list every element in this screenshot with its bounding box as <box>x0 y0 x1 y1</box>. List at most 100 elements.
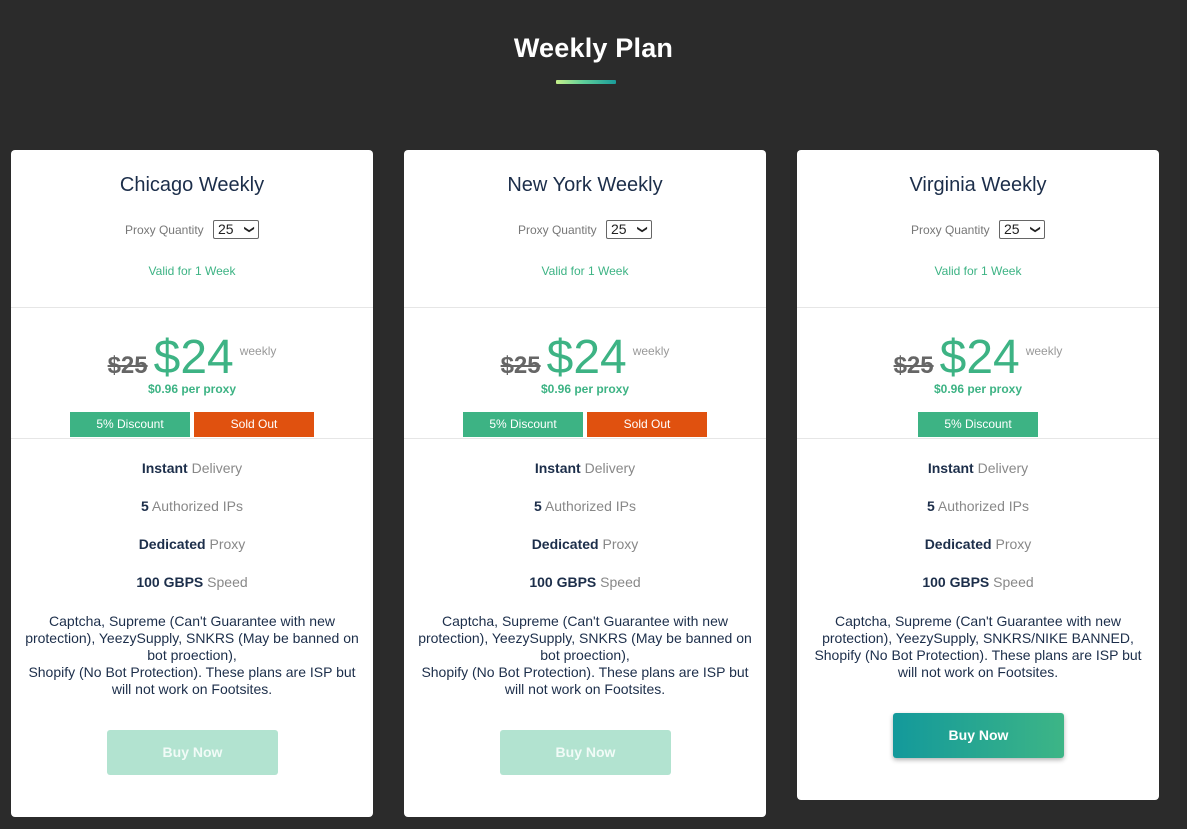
card-header: Chicago Weekly Proxy Quantity 25 ❯ Valid… <box>11 150 373 308</box>
badges: 5% Discount <box>797 412 1159 437</box>
note-line: Shopify (No Bot Protection). These plans… <box>28 664 356 697</box>
sold-out-badge: Sold Out <box>587 412 707 437</box>
buy-now-button[interactable]: Buy Now <box>107 730 278 775</box>
feature-item: Instant Delivery <box>11 459 373 497</box>
validity-text: Valid for 1 Week <box>148 264 236 278</box>
feature-text: Proxy <box>205 536 246 552</box>
per-proxy-price: $0.96 per proxy <box>147 382 237 396</box>
feature-item: 100 GBPS Speed <box>797 573 1159 611</box>
feature-strong: Instant <box>927 460 974 476</box>
validity-text: Valid for 1 Week <box>934 264 1022 278</box>
feature-item: Instant Delivery <box>797 459 1159 497</box>
quantity-row: Proxy Quantity 25 ❯ <box>797 220 1159 239</box>
price-section: $25 $24 weekly $0.96 per proxy 5% Discount… <box>11 308 373 439</box>
quantity-label: Proxy Quantity <box>517 222 597 237</box>
quantity-label: Proxy Quantity <box>910 222 990 237</box>
plan-title: Chicago Weekly <box>119 174 265 196</box>
quantity-row: Proxy Quantity 25 ❯ <box>404 220 766 239</box>
feature-item: 5 Authorized IPs <box>404 497 766 535</box>
feature-list: Instant Delivery 5 Authorized IPs Dedica… <box>797 439 1159 681</box>
feature-item: 100 GBPS Speed <box>404 573 766 611</box>
badges: 5% Discount Sold Out <box>404 412 766 437</box>
feature-strong: 100 GBPS <box>922 574 990 590</box>
quantity-label: Proxy Quantity <box>124 222 204 237</box>
feature-text: Proxy <box>598 536 639 552</box>
price-period: weekly <box>239 344 277 358</box>
per-proxy-price: $0.96 per proxy <box>933 382 1023 396</box>
note-line: Captcha, Supreme (Can't Guarantee with n… <box>814 613 1142 680</box>
current-price: $24 <box>546 331 627 384</box>
compatibility-note: Captcha, Supreme (Can't Guarantee with n… <box>11 611 373 698</box>
feature-text: Speed <box>989 574 1034 590</box>
feature-strong: 5 <box>534 498 542 514</box>
feature-strong: Dedicated <box>138 536 206 552</box>
feature-strong: 5 <box>141 498 149 514</box>
old-price: $25 <box>893 352 934 379</box>
sold-out-badge: Sold Out <box>194 412 314 437</box>
price-row: $25 $24 weekly <box>797 330 1159 385</box>
price-period: weekly <box>1025 344 1063 358</box>
feature-item: Dedicated Proxy <box>11 535 373 573</box>
validity-text: Valid for 1 Week <box>541 264 629 278</box>
old-price: $25 <box>500 352 541 379</box>
compatibility-note: Captcha, Supreme (Can't Guarantee with n… <box>797 611 1159 681</box>
note-line: Shopify (No Bot Protection). These plans… <box>421 664 749 697</box>
feature-text: Speed <box>203 574 248 590</box>
price-section: $25 $24 weekly $0.96 per proxy 5% Discount <box>797 308 1159 439</box>
feature-strong: 100 GBPS <box>136 574 204 590</box>
current-price: $24 <box>153 331 234 384</box>
discount-badge: 5% Discount <box>463 412 583 437</box>
plan-card-new-york: New York Weekly Proxy Quantity 25 ❯ Vali… <box>404 150 766 817</box>
feature-item: 5 Authorized IPs <box>797 497 1159 535</box>
card-header: Virginia Weekly Proxy Quantity 25 ❯ Vali… <box>797 150 1159 308</box>
feature-text: Delivery <box>580 460 636 476</box>
chevron-down-icon: ❯ <box>1029 225 1041 234</box>
plan-title: Virginia Weekly <box>909 174 1047 196</box>
plan-card-chicago: Chicago Weekly Proxy Quantity 25 ❯ Valid… <box>11 150 373 817</box>
feature-strong: Dedicated <box>531 536 599 552</box>
feature-list: Instant Delivery 5 Authorized IPs Dedica… <box>404 439 766 698</box>
chevron-down-icon: ❯ <box>243 225 255 234</box>
quantity-select[interactable]: 25 ❯ <box>606 220 653 239</box>
feature-item: Instant Delivery <box>404 459 766 497</box>
feature-strong: Instant <box>141 460 188 476</box>
feature-strong: 100 GBPS <box>529 574 597 590</box>
compatibility-note: Captcha, Supreme (Can't Guarantee with n… <box>404 611 766 698</box>
feature-text: Authorized IPs <box>148 498 243 514</box>
feature-text: Speed <box>596 574 641 590</box>
quantity-value: 25 <box>218 221 234 237</box>
feature-text: Delivery <box>973 460 1029 476</box>
current-price: $24 <box>939 331 1020 384</box>
feature-item: 100 GBPS Speed <box>11 573 373 611</box>
price-row: $25 $24 weekly <box>11 330 373 385</box>
chevron-down-icon: ❯ <box>636 225 648 234</box>
feature-strong: Dedicated <box>924 536 992 552</box>
note-line: Captcha, Supreme (Can't Guarantee with n… <box>25 613 359 663</box>
feature-text: Authorized IPs <box>541 498 636 514</box>
plan-card-virginia: Virginia Weekly Proxy Quantity 25 ❯ Vali… <box>797 150 1159 800</box>
feature-item: Dedicated Proxy <box>797 535 1159 573</box>
quantity-row: Proxy Quantity 25 ❯ <box>11 220 373 239</box>
old-price: $25 <box>107 352 148 379</box>
feature-strong: 5 <box>927 498 935 514</box>
price-row: $25 $24 weekly <box>404 330 766 385</box>
quantity-select[interactable]: 25 ❯ <box>999 220 1046 239</box>
feature-item: Dedicated Proxy <box>404 535 766 573</box>
title-underline <box>556 80 616 84</box>
discount-badge: 5% Discount <box>918 412 1038 437</box>
buy-now-button[interactable]: Buy Now <box>500 730 671 775</box>
note-line: Captcha, Supreme (Can't Guarantee with n… <box>418 613 752 663</box>
discount-badge: 5% Discount <box>70 412 190 437</box>
feature-list: Instant Delivery 5 Authorized IPs Dedica… <box>11 439 373 698</box>
price-section: $25 $24 weekly $0.96 per proxy 5% Discount… <box>404 308 766 439</box>
quantity-select[interactable]: 25 ❯ <box>213 220 260 239</box>
card-header: New York Weekly Proxy Quantity 25 ❯ Vali… <box>404 150 766 308</box>
buy-now-button[interactable]: Buy Now <box>893 713 1064 758</box>
badges: 5% Discount Sold Out <box>11 412 373 437</box>
feature-strong: Instant <box>534 460 581 476</box>
feature-text: Proxy <box>991 536 1032 552</box>
page-title: Weekly Plan <box>513 33 674 63</box>
plan-title: New York Weekly <box>507 174 663 196</box>
per-proxy-price: $0.96 per proxy <box>540 382 630 396</box>
feature-text: Delivery <box>187 460 243 476</box>
